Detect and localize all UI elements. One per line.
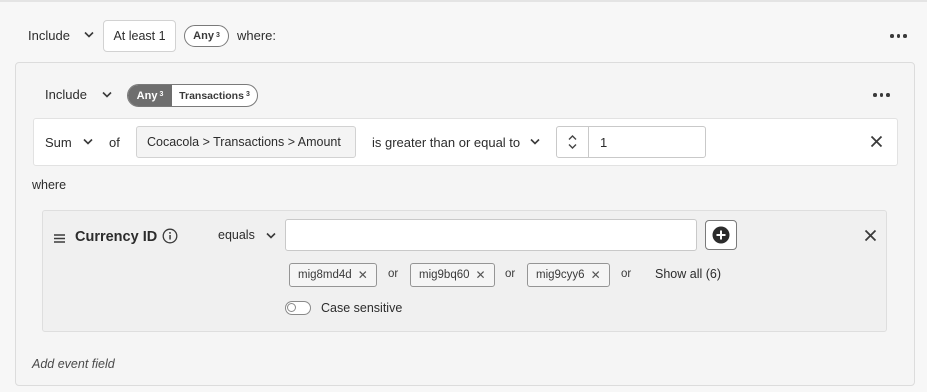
event-any-count: 3 <box>159 91 164 98</box>
top-any-count: 3 <box>215 31 220 39</box>
or-label: or <box>388 268 399 280</box>
filter-value-input[interactable] <box>285 219 697 251</box>
event-transactions-count: 3 <box>245 91 250 98</box>
toggle-knob <box>287 303 296 312</box>
drag-handle-icon[interactable] <box>54 231 65 246</box>
add-value-button[interactable] <box>705 220 737 250</box>
aggregate-field-path[interactable]: Cocacola > Transactions > Amount <box>136 126 356 158</box>
stepper-up-icon[interactable] <box>568 135 577 140</box>
top-where-label: where: <box>237 28 277 43</box>
event-more-icon[interactable] <box>873 93 890 97</box>
plus-circle-icon <box>712 226 730 244</box>
top-more-icon[interactable] <box>890 34 907 38</box>
remove-tag-icon[interactable]: ✕ <box>476 268 486 282</box>
stepper-buttons[interactable] <box>557 127 589 157</box>
or-label: or <box>505 268 516 280</box>
top-any-pill[interactable]: Any 3 <box>184 25 229 47</box>
info-icon[interactable] <box>162 228 178 247</box>
where-label: where <box>32 178 67 192</box>
value-tag[interactable]: mig9cyy6 ✕ <box>527 263 610 287</box>
aggregate-close-icon[interactable] <box>870 135 883 151</box>
value-tag[interactable]: mig9bq60 ✕ <box>410 263 495 287</box>
event-transactions-label: Transactions <box>179 89 244 102</box>
filter-close-icon[interactable] <box>864 229 877 245</box>
value-tag-label: mig9bq60 <box>419 269 470 281</box>
aggregate-field-path-label: Cocacola > Transactions > Amount <box>147 135 341 149</box>
filter-operator-label: equals <box>218 228 255 242</box>
case-sensitive-label: Case sensitive <box>321 301 403 315</box>
event-include-chevron-down-icon[interactable] <box>102 91 112 98</box>
quantifier-dropdown[interactable]: At least 1 <box>103 20 176 52</box>
value-tag[interactable]: mig8md4d ✕ <box>289 263 377 287</box>
aggregate-value-text: 1 <box>600 134 608 150</box>
event-include-label: Include <box>45 87 87 102</box>
event-any-label: Any <box>136 89 158 102</box>
value-tag-label: mig9cyy6 <box>536 269 585 281</box>
aggregate-value[interactable]: 1 <box>589 127 607 157</box>
top-any-label: Any <box>193 30 214 42</box>
filter-field-name: Currency ID <box>75 229 158 245</box>
aggregate-value-stepper[interactable]: 1 <box>556 126 706 158</box>
or-label: or <box>621 268 632 280</box>
add-event-field-link[interactable]: Add event field <box>32 358 115 371</box>
aggregate-operator-label: is greater than or equal to <box>372 135 521 150</box>
remove-tag-icon[interactable]: ✕ <box>358 268 368 282</box>
aggregate-of-label: of <box>109 135 120 150</box>
filter-operator-chevron-down-icon[interactable] <box>266 232 276 239</box>
event-any-segment[interactable]: Any 3 <box>128 85 172 106</box>
aggregate-operator-chevron-down-icon[interactable] <box>530 138 540 145</box>
stepper-down-icon[interactable] <box>568 144 577 149</box>
show-all-link[interactable]: Show all (6) <box>655 268 721 281</box>
aggregate-function-chevron-down-icon[interactable] <box>83 138 93 145</box>
event-type-pill[interactable]: Any 3 Transactions 3 <box>127 84 258 107</box>
aggregate-function-label: Sum <box>45 135 72 150</box>
top-include-label: Include <box>28 28 70 43</box>
top-border <box>0 0 927 2</box>
event-transactions-segment[interactable]: Transactions 3 <box>172 85 257 106</box>
remove-tag-icon[interactable]: ✕ <box>591 268 601 282</box>
value-tag-label: mig8md4d <box>298 269 352 281</box>
case-sensitive-toggle[interactable] <box>285 301 311 315</box>
top-include-chevron-down-icon[interactable] <box>84 31 94 38</box>
quantifier-label: At least 1 <box>113 29 166 43</box>
